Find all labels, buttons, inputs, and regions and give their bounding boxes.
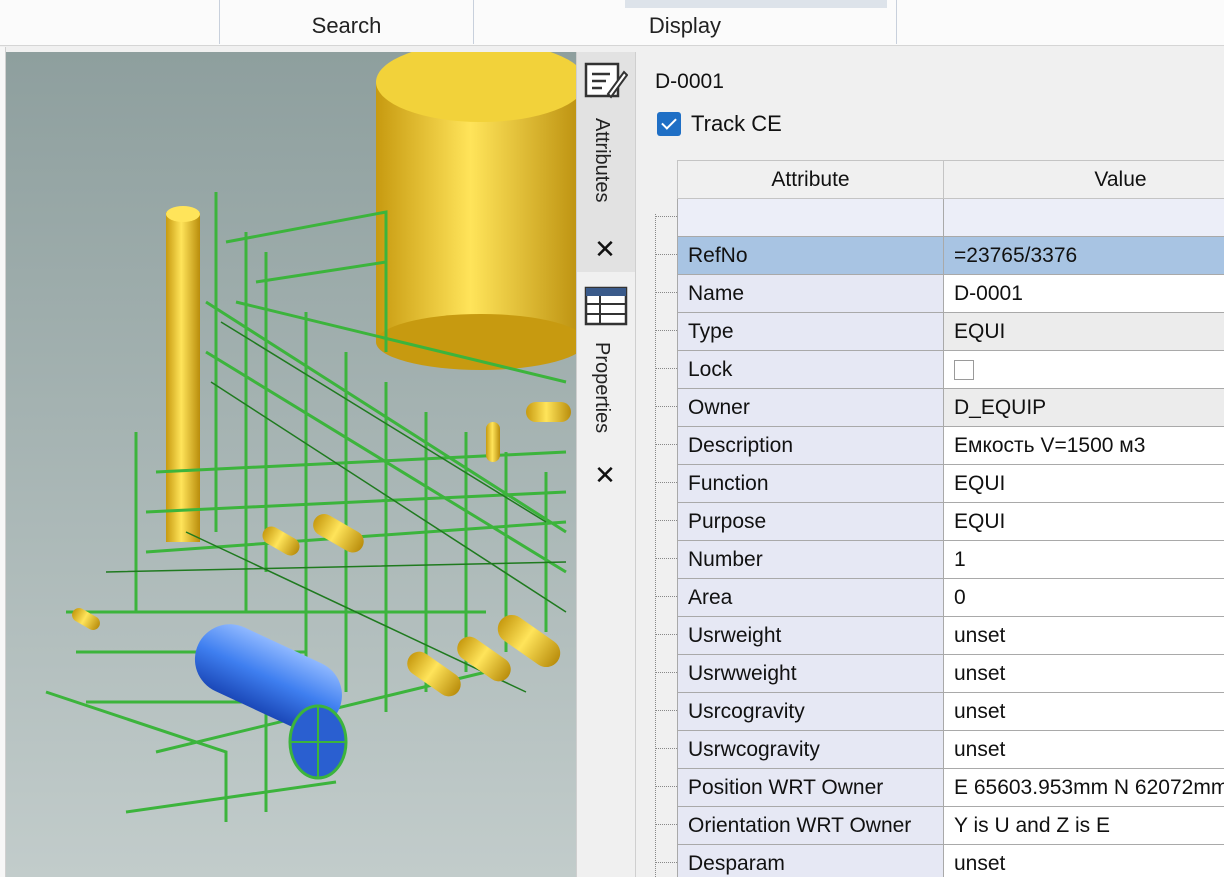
table-row[interactable]: Description Емкость V=1500 м3 xyxy=(677,426,1224,465)
table-row[interactable]: Area 0 xyxy=(677,578,1224,617)
attribute-name-cell[interactable]: Owner xyxy=(677,388,944,427)
attribute-name-cell[interactable]: Lock xyxy=(677,350,944,389)
table-row[interactable]: Desparam unset xyxy=(677,844,1224,877)
table-row[interactable]: Orientation WRT Owner Y is U and Z is E xyxy=(677,806,1224,845)
tree-connector-tick xyxy=(656,520,677,521)
tree-connector-tick xyxy=(656,368,677,369)
table-row[interactable]: Purpose EQUI xyxy=(677,502,1224,541)
table-row[interactable]: Function EQUI xyxy=(677,464,1224,503)
tall-column xyxy=(166,206,200,542)
track-ce-checkbox[interactable]: Track CE xyxy=(657,110,782,138)
attribute-name-cell[interactable]: Function xyxy=(677,464,944,503)
table-row[interactable]: Usrcogravity unset xyxy=(677,692,1224,731)
tab-properties-label: Properties xyxy=(591,342,613,434)
attribute-name-cell[interactable]: Orientation WRT Owner xyxy=(677,806,944,845)
table-row[interactable]: Usrwweight unset xyxy=(677,654,1224,693)
tree-connector-tick xyxy=(656,824,677,825)
tree-connector-tick xyxy=(656,710,677,711)
tree-connector xyxy=(655,214,677,877)
attribute-name-cell[interactable]: Name xyxy=(677,274,944,313)
ribbon-group-display[interactable]: Display xyxy=(474,0,896,44)
table-row[interactable]: Owner D_EQUIP xyxy=(677,388,1224,427)
tree-connector-tick xyxy=(656,406,677,407)
column-header-attribute[interactable]: Attribute xyxy=(677,160,944,199)
attribute-name-cell[interactable]: Type xyxy=(677,312,944,351)
tree-connector-tick xyxy=(656,596,677,597)
table-row-blank[interactable] xyxy=(677,198,1224,237)
tree-connector-tick xyxy=(656,634,677,635)
storage-tank xyxy=(376,52,576,370)
attribute-name-cell[interactable]: Purpose xyxy=(677,502,944,541)
attribute-value-cell[interactable]: D-0001 xyxy=(943,274,1224,313)
table-row[interactable]: RefNo =23765/3376 xyxy=(677,236,1224,275)
tree-connector-tick xyxy=(656,254,677,255)
plant-model-drawing xyxy=(45,52,576,822)
close-properties-icon[interactable]: ✕ xyxy=(593,460,617,491)
attribute-name-cell[interactable]: Usrwweight xyxy=(677,654,944,693)
ribbon-group-search[interactable]: Search xyxy=(220,0,473,44)
close-attributes-icon[interactable]: ✕ xyxy=(593,234,617,265)
tree-connector-tick xyxy=(656,292,677,293)
tree-connector-tick xyxy=(656,558,677,559)
attribute-value-cell[interactable]: 1 xyxy=(943,540,1224,579)
ribbon-separator xyxy=(896,0,897,44)
table-row[interactable]: Usrweight unset xyxy=(677,616,1224,655)
attribute-name-cell[interactable]: Usrcogravity xyxy=(677,692,944,731)
attribute-value-cell[interactable]: unset xyxy=(943,692,1224,731)
attribute-value-cell[interactable]: =23765/3376 xyxy=(943,236,1224,275)
tree-connector-tick xyxy=(656,672,677,673)
attribute-value-cell[interactable]: unset xyxy=(943,654,1224,693)
attribute-value-cell[interactable]: EQUI xyxy=(943,502,1224,541)
tab-properties[interactable]: Properties ✕ xyxy=(577,278,635,498)
tree-connector-tick xyxy=(656,748,677,749)
attribute-name-cell[interactable]: Description xyxy=(677,426,944,465)
dock-tab-strip: Attributes ✕ Properties ✕ xyxy=(576,52,636,877)
attribute-value-cell[interactable]: EQUI xyxy=(943,464,1224,503)
horizontal-vessel xyxy=(194,624,348,780)
small-vessels xyxy=(72,402,571,697)
tree-connector-tick xyxy=(656,216,677,217)
attribute-name-cell[interactable]: Usrwcogravity xyxy=(677,730,944,769)
table-row[interactable]: Type EQUI xyxy=(677,312,1224,351)
table-row[interactable]: Number 1 xyxy=(677,540,1224,579)
ribbon: Search Display xyxy=(0,0,1224,46)
tab-attributes[interactable]: Attributes ✕ xyxy=(577,52,635,272)
3d-viewport[interactable] xyxy=(6,52,576,877)
column-header-value[interactable]: Value xyxy=(943,160,1224,199)
attribute-value-cell[interactable]: EQUI xyxy=(943,312,1224,351)
tree-connector-tick xyxy=(656,330,677,331)
table-row[interactable]: Position WRT Owner E 65603.953mm N 62072m… xyxy=(677,768,1224,807)
attribute-name-cell[interactable]: Position WRT Owner xyxy=(677,768,944,807)
attribute-name-cell[interactable]: RefNo xyxy=(677,236,944,275)
attribute-value-cell[interactable]: unset xyxy=(943,730,1224,769)
attributes-edit-icon xyxy=(584,62,628,99)
table-row[interactable]: Name D-0001 xyxy=(677,274,1224,313)
lock-checkbox[interactable] xyxy=(954,359,974,380)
attribute-value-cell[interactable]: unset xyxy=(943,844,1224,877)
tree-connector-tick xyxy=(656,482,677,483)
tree-connector-tick xyxy=(656,786,677,787)
attribute-name-cell[interactable]: Usrweight xyxy=(677,616,944,655)
track-ce-label: Track CE xyxy=(691,111,782,136)
attribute-name-cell[interactable]: Number xyxy=(677,540,944,579)
current-element-name: D-0001 xyxy=(655,70,724,93)
table-row[interactable]: Lock xyxy=(677,350,1224,389)
attribute-value-cell[interactable] xyxy=(943,350,1224,389)
attribute-value-cell[interactable]: 0 xyxy=(943,578,1224,617)
checkbox-checked-icon[interactable] xyxy=(657,112,681,136)
tree-connector-tick xyxy=(656,444,677,445)
table-row[interactable]: Usrwcogravity unset xyxy=(677,730,1224,769)
properties-grid-icon xyxy=(584,286,628,326)
attribute-value-cell[interactable]: E 65603.953mm N 62072mm xyxy=(943,768,1224,807)
attribute-value-cell[interactable]: D_EQUIP xyxy=(943,388,1224,427)
tree-connector-tick xyxy=(656,862,677,863)
attribute-grid: Attribute Value RefNo =23765/3376 Name D-00… xyxy=(677,160,1224,877)
attribute-value-cell[interactable]: Емкость V=1500 м3 xyxy=(943,426,1224,465)
attributes-panel: D-0001 Track CE Attribute Value RefNo =23… xyxy=(637,52,1224,877)
attribute-name-cell[interactable]: Area xyxy=(677,578,944,617)
attribute-name-cell[interactable]: Desparam xyxy=(677,844,944,877)
tab-attributes-label: Attributes xyxy=(591,118,613,203)
attribute-value-cell[interactable]: unset xyxy=(943,616,1224,655)
attribute-value-cell[interactable]: Y is U and Z is E xyxy=(943,806,1224,845)
